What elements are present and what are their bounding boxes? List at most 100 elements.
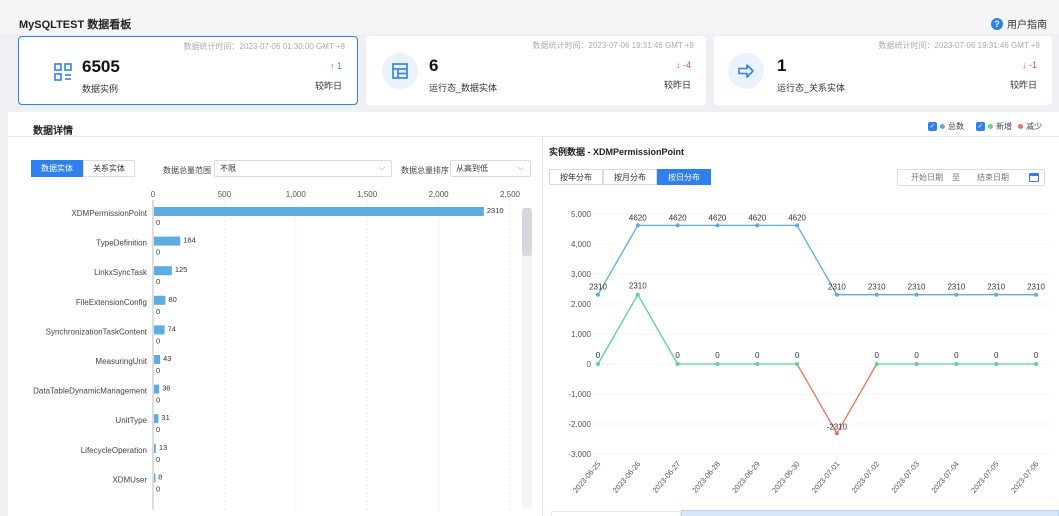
stat-time: 数据统计时间：2023-07-06 19:31:46 GMT +8	[878, 41, 1040, 50]
stat-card-data-entities[interactable]: 数据统计时间：2023-07-06 19:31:46 GMT +8 6 运行态_…	[366, 36, 706, 105]
bar-value-label: 0	[156, 425, 160, 434]
point-total	[874, 292, 879, 297]
x-tick-label: 2023-07-04	[929, 460, 961, 495]
tab-relation-entity[interactable]: 关系实体	[83, 160, 135, 177]
bar-value-label: 43	[163, 354, 171, 363]
calendar-icon[interactable]	[1029, 173, 1039, 182]
bar-value-label: 125	[175, 265, 188, 274]
y-tick-label: 0	[587, 360, 592, 369]
x-tick-label: 2023-06-27	[651, 460, 683, 495]
legend-total[interactable]: ✓ 总数	[928, 121, 964, 132]
data-label-change: 0	[954, 351, 959, 360]
end-date-input[interactable]: 结束日期	[977, 172, 1009, 183]
stat-delta: ↓ -1	[1021, 60, 1037, 70]
y-tick-label: -1,000	[568, 390, 591, 399]
data-label-total: 4620	[709, 213, 727, 222]
point-change	[834, 431, 839, 436]
x-tick-label: 1,000	[286, 190, 307, 199]
bar-total	[154, 325, 165, 335]
stat-card-instances[interactable]: 数据统计时间：2023-07-06 01:30:00 GMT +8 6505 数…	[18, 36, 358, 105]
data-label-change: 0	[914, 351, 919, 360]
sort-select[interactable]: 从高到低 ⌵	[450, 160, 531, 177]
chevron-down-icon: ⌵	[517, 163, 524, 172]
x-tick-label: 2023-07-03	[890, 460, 922, 495]
chart-tab-strip	[551, 511, 681, 516]
point-total	[596, 292, 600, 297]
point-change	[914, 362, 919, 366]
legend-dot	[1018, 124, 1023, 129]
x-tick-label: 2023-06-25	[571, 460, 603, 495]
date-range-picker[interactable]: 开始日期 至 结束日期	[897, 169, 1045, 186]
data-label-change: 0	[795, 351, 800, 360]
y-tick-label: DataTableDynamicManagement	[33, 387, 148, 396]
bar-total	[154, 295, 166, 305]
data-label-total: 4620	[748, 213, 766, 222]
bar-value-label: 80	[168, 295, 176, 304]
x-tick-label: 2023-06-28	[690, 460, 722, 495]
tab-by-day[interactable]: 按日分布	[657, 169, 711, 185]
checkbox-checked-icon[interactable]: ✓	[976, 122, 985, 131]
stat-value: 6505	[82, 57, 120, 76]
x-tick-label: 2023-07-02	[850, 460, 882, 495]
point-total	[954, 292, 959, 297]
stat-time: 数据统计时间：2023-07-06 01:30:00 GMT +8	[183, 42, 345, 51]
x-tick-label: 2023-06-26	[611, 460, 643, 495]
point-change	[994, 362, 999, 366]
data-label-total: 4620	[788, 213, 806, 222]
bar-total	[154, 443, 156, 453]
help-link[interactable]: ? 用户指南	[991, 16, 1047, 31]
stat-card-relation-entities[interactable]: 数据统计时间：2023-07-06 19:31:46 GMT +8 1 运行态_…	[714, 36, 1052, 105]
scrollbar-thumb[interactable]	[522, 208, 532, 256]
point-total	[834, 292, 839, 297]
y-tick-label: UnitType	[115, 416, 147, 425]
y-tick-label: MeasuringUnit	[95, 357, 147, 366]
zoom-slider[interactable]	[681, 510, 1059, 516]
legend: ✓ 总数 ✓ 新增 减少	[928, 121, 1042, 132]
x-tick-label: 1,500	[357, 190, 378, 199]
bar-total	[154, 355, 161, 364]
data-label-total: 2310	[947, 283, 965, 292]
point-total	[715, 223, 720, 228]
series-line-change	[637, 294, 679, 365]
point-change	[635, 292, 640, 297]
stat-label: 数据实例	[82, 84, 119, 94]
tab-by-year[interactable]: 按年分布	[549, 169, 603, 185]
data-label-total: 2310	[908, 283, 926, 292]
series-line-total	[597, 224, 1036, 296]
y-tick-label: LinkxSyncTask	[94, 268, 148, 277]
y-tick-label: 5,000	[571, 210, 592, 219]
legend-label: 新增	[996, 122, 1012, 131]
stat-value: 6	[429, 56, 439, 75]
range-label: 数据总量范围	[163, 166, 211, 175]
distribution-tabs: 按年分布 按月分布 按日分布	[549, 169, 711, 185]
entity-type-tabs: 数据实体 关系实体	[31, 160, 135, 177]
data-label-change: 0	[675, 351, 680, 360]
tab-by-month[interactable]: 按月分布	[603, 169, 657, 185]
y-tick-label: 1,000	[571, 330, 592, 339]
tab-data-entity[interactable]: 数据实体	[31, 160, 83, 177]
y-tick-label: SynchronizationTaskContent	[46, 327, 148, 336]
instance-title: 实例数据 - XDMPermissionPoint	[549, 147, 685, 157]
legend-added-reduced[interactable]: ✓ 新增 减少	[976, 121, 1042, 132]
start-date-input[interactable]: 开始日期	[911, 172, 943, 183]
bar-value-label: 0	[156, 336, 160, 345]
help-label: 用户指南	[1007, 20, 1047, 31]
date-separator: 至	[952, 173, 960, 182]
point-total	[914, 292, 919, 297]
entity-count-bar-chart: 0 500 1,000 1,500 2,000 2,500 XDMPermissionPoi…	[33, 190, 521, 510]
legend-label: 减少	[1026, 122, 1042, 131]
y-tick-label: -2,000	[568, 420, 591, 429]
checkbox-checked-icon[interactable]: ✓	[928, 122, 937, 131]
series-line-change	[597, 294, 639, 365]
bar-value-label: 36	[162, 384, 170, 393]
point-change	[874, 362, 879, 366]
range-select[interactable]: 不限 ⌵	[214, 160, 392, 177]
bar-value-label: 0	[156, 307, 160, 316]
data-label-total: 2310	[828, 283, 846, 292]
x-tick-label: 2023-06-30	[770, 460, 802, 495]
bar-value-label: 0	[156, 396, 160, 405]
bar-value-label: 13	[159, 443, 167, 452]
data-label-change: 0	[994, 351, 999, 360]
bar-total	[154, 207, 484, 216]
y-tick-label: FileExtensionConfig	[76, 298, 147, 307]
